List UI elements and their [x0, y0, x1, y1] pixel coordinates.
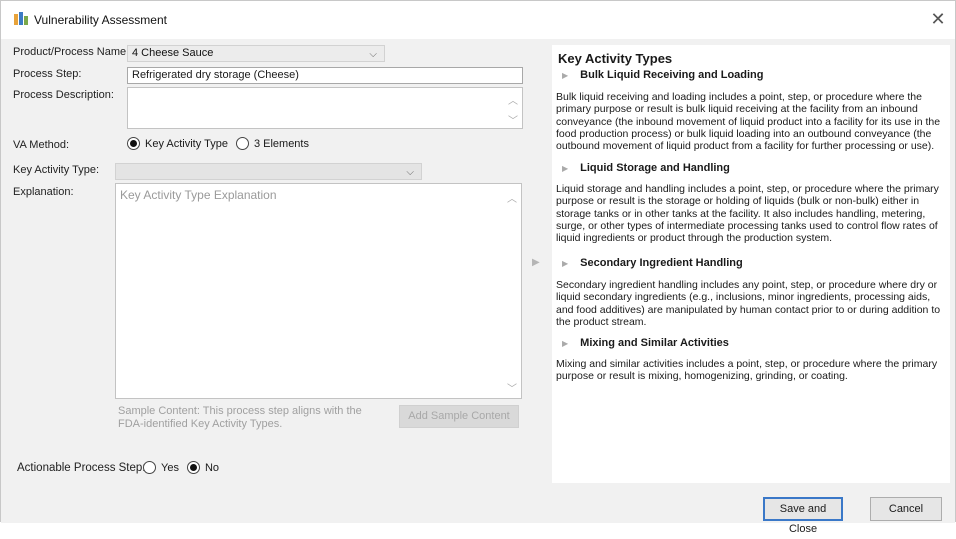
va-method-label: VA Method: — [13, 139, 70, 151]
key-activity-types-panel: Key Activity Types ▶ Bulk Liquid Receivin… — [552, 45, 950, 483]
dialog-window: Vulnerability Assessment ✕ Product/Proce… — [0, 0, 956, 535]
scroll-down-icon[interactable]: ﹀ — [507, 380, 517, 395]
product-select[interactable]: 4 Cheese Sauce ⌵ — [127, 45, 385, 62]
radio-selected-dot — [130, 140, 137, 147]
radio-no[interactable] — [186, 461, 200, 474]
cancel-button[interactable]: Cancel — [870, 497, 942, 521]
section-heading: ▶ Bulk Liquid Receiving and Loading — [562, 69, 764, 81]
section-body: Mixing and similar activities includes a… — [556, 358, 938, 383]
add-sample-content-button[interactable]: Add Sample Content — [399, 405, 519, 428]
radio-selected-dot — [189, 464, 197, 471]
expand-triangle-icon: ▶ — [562, 71, 569, 80]
radio-label-yes: Yes — [161, 461, 179, 474]
radio-3-elements[interactable] — [235, 137, 249, 150]
expand-arrow-icon[interactable]: ▶ — [532, 257, 540, 268]
description-label: Process Description: — [13, 89, 114, 101]
section-body: Secondary ingredient handling includes a… — [556, 279, 941, 328]
process-step-field[interactable]: Refrigerated dry storage (Cheese) — [127, 67, 523, 84]
section-body: Liquid storage and handling includes a p… — [556, 183, 939, 245]
radio-key-activity-type[interactable] — [127, 137, 140, 150]
app-logo-icon — [14, 12, 28, 25]
product-label: Product/Process Name: — [13, 46, 130, 58]
step-label: Process Step: — [13, 68, 82, 80]
actionable-radio-group: Yes No — [143, 461, 227, 474]
section-heading: ▶ Secondary Ingredient Handling — [562, 257, 743, 269]
sample-content-text: Sample Content: This process step aligns… — [118, 405, 362, 430]
actionable-label: Actionable Process Step: — [17, 462, 146, 474]
scroll-up-icon[interactable]: ︿ — [508, 92, 518, 107]
chevron-down-icon: ⌵ — [406, 167, 414, 178]
explanation-placeholder: Key Activity Type Explanation — [120, 188, 277, 202]
product-value: 4 Cheese Sauce — [132, 47, 214, 59]
chevron-down-icon: ⌵ — [369, 49, 377, 60]
help-title: Key Activity Types — [558, 51, 673, 66]
explanation-field[interactable]: Key Activity Type Explanation ︿ ﹀ — [115, 183, 522, 399]
form-panel: Product/Process Name: 4 Cheese Sauce ⌵ P… — [1, 39, 529, 523]
radio-label-key-activity-type: Key Activity Type — [145, 137, 228, 150]
section-heading: ▶ Mixing and Similar Activities — [562, 337, 729, 349]
section-heading-text: Bulk Liquid Receiving and Loading — [580, 69, 764, 81]
scroll-up-icon[interactable]: ︿ — [507, 190, 517, 205]
radio-label-no: No — [204, 461, 220, 474]
radio-label-3-elements: 3 Elements — [253, 137, 309, 150]
section-heading-text: Mixing and Similar Activities — [580, 337, 729, 349]
va-method-radio-group: Key Activity Type 3 Elements — [127, 137, 317, 150]
section-heading-text: Secondary Ingredient Handling — [580, 257, 743, 269]
expand-triangle-icon: ▶ — [562, 259, 569, 268]
help-panel: Key Activity Types ▶ Bulk Liquid Receivin… — [543, 39, 955, 535]
section-heading-text: Liquid Storage and Handling — [580, 162, 730, 174]
section-heading: ▶ Liquid Storage and Handling — [562, 162, 730, 174]
expand-triangle-icon: ▶ — [562, 164, 569, 173]
panel-splitter[interactable]: ▶ — [529, 39, 543, 523]
process-description-field[interactable]: ︿ ﹀ — [127, 87, 523, 129]
save-and-close-button[interactable]: Save and Close — [763, 497, 843, 535]
radio-yes[interactable] — [143, 461, 156, 474]
close-icon[interactable]: ✕ — [927, 9, 949, 31]
title-bar: Vulnerability Assessment ✕ — [1, 1, 955, 39]
section-body: Bulk liquid receiving and loading includ… — [556, 91, 941, 153]
window-title: Vulnerability Assessment — [34, 13, 167, 27]
key-activity-type-select[interactable]: ⌵ — [115, 163, 422, 180]
expand-triangle-icon: ▶ — [562, 339, 569, 348]
explanation-label: Explanation: — [13, 186, 74, 198]
kat-label: Key Activity Type: — [13, 164, 100, 176]
scroll-down-icon[interactable]: ﹀ — [508, 112, 518, 127]
